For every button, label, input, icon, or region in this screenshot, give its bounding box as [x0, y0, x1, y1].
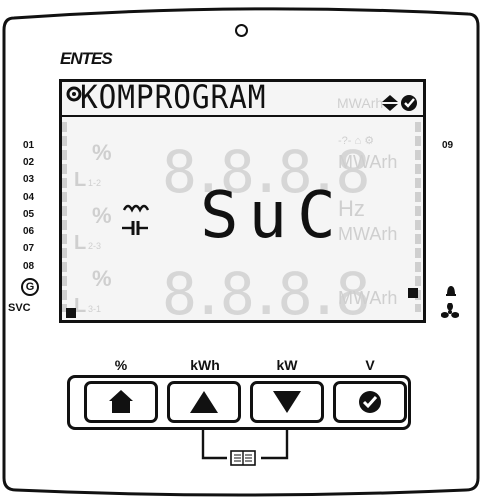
book-icon[interactable] — [229, 449, 257, 467]
ghost-percent-3: % — [92, 266, 112, 291]
channel-label: 06 — [23, 226, 35, 237]
button-label-kwh: kWh — [190, 357, 220, 373]
up-down-arrows-icon — [382, 95, 398, 111]
lcd-marker-right — [408, 288, 418, 298]
channel-label: 08 — [23, 261, 35, 272]
ghost-unit-top: MWArh — [337, 95, 383, 111]
ghost-unit-2: MWArh — [338, 224, 397, 244]
svg-text:-?- ⌂ ⚙: -?- ⌂ ⚙ — [338, 135, 374, 147]
ghost-phase-1: L — [74, 169, 86, 191]
svg-text:1-2: 1-2 — [88, 178, 101, 188]
gear-icon — [66, 86, 82, 102]
ghost-digits-row-3: 8.8.8.8 — [162, 260, 368, 320]
channel-label: 05 — [23, 209, 35, 220]
ghost-percent-2: % — [92, 203, 112, 228]
lcd-screen: MWArh % L 1-2 % L 2-3 % L 3-1 8.8.8.8 8.… — [59, 79, 426, 323]
capacitor-icon — [122, 221, 148, 235]
brand-logo: ENTES — [60, 49, 113, 68]
down-button[interactable] — [250, 381, 324, 423]
svg-text:3-1: 3-1 — [88, 304, 101, 314]
check-circle-icon — [359, 391, 381, 413]
channel-label: 03 — [23, 174, 35, 185]
channel-label: 02 — [23, 157, 35, 168]
lcd-marker-left — [66, 308, 76, 318]
alarm-icon — [446, 286, 456, 296]
generator-indicator-label: G — [25, 281, 35, 293]
button-label-kw: kW — [276, 357, 298, 373]
check-circle-icon — [401, 95, 417, 111]
generator-indicator: G — [21, 278, 39, 296]
fan-icon — [441, 303, 459, 318]
channel-label: 07 — [23, 243, 35, 254]
lcd-main-display: SuC — [200, 179, 346, 253]
svc-indicator: SVC — [8, 302, 31, 314]
up-button[interactable] — [167, 381, 241, 423]
ghost-phase-2: L — [74, 232, 86, 254]
ghost-unit-1: MWArh — [338, 152, 397, 172]
triangle-down-icon — [273, 391, 301, 413]
inductor-icon — [122, 204, 150, 213]
button-label-percent: % — [114, 357, 128, 373]
home-button[interactable] — [84, 381, 158, 423]
ghost-unit-3: MWArh — [338, 288, 397, 308]
enter-button[interactable] — [333, 381, 407, 423]
button-label-v: V — [365, 357, 375, 373]
mounting-hole — [235, 24, 248, 37]
svg-text:2-3: 2-3 — [88, 241, 101, 251]
lcd-top-message: KOMPROGRAM — [80, 78, 267, 116]
channel-label: 01 — [23, 140, 35, 151]
triangle-up-icon — [190, 391, 218, 413]
channel-label: 04 — [23, 192, 35, 203]
channel-label-09: 09 — [442, 140, 454, 151]
logo-text: ENTES — [60, 49, 113, 68]
ghost-percent-1: % — [92, 140, 112, 165]
home-icon — [109, 390, 133, 413]
